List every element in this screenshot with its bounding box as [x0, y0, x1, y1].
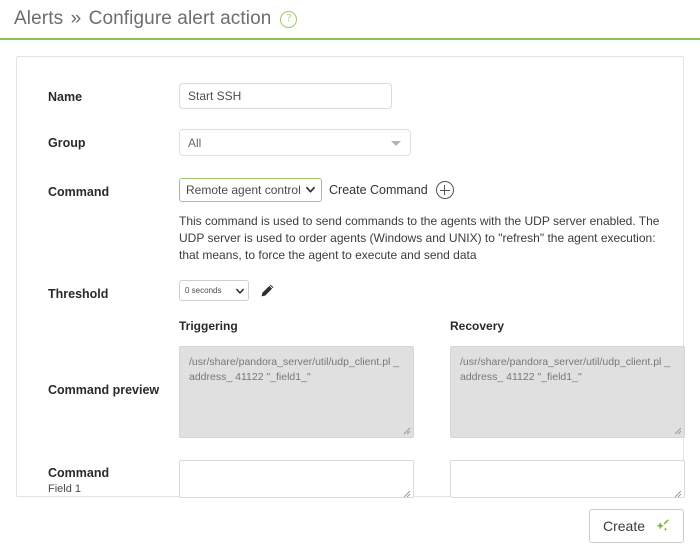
form-row-command-field-1: Command Field 1 [17, 460, 685, 503]
breadcrumb: Alerts » Configure alert action [14, 8, 271, 30]
form-row-threshold: Threshold 0 seconds [17, 280, 683, 301]
command-field-triggering-input[interactable] [179, 460, 414, 498]
command-select[interactable]: Remote agent control [179, 178, 322, 202]
command-field-wrap: Remote agent control Create Command This… [179, 178, 669, 264]
command-select-row: Remote agent control Create Command [179, 178, 669, 202]
threshold-field-wrap: 0 seconds [179, 280, 669, 301]
recovery-title: Recovery [450, 319, 505, 333]
breadcrumb-root[interactable]: Alerts [14, 8, 63, 29]
command-field-triggering-wrap [179, 460, 414, 503]
command-field-wrap-1 [179, 460, 685, 503]
group-label: Group [48, 136, 86, 150]
command-field-label-main: Command [48, 466, 110, 480]
breadcrumb-current: Configure alert action [88, 8, 272, 29]
chevron-down-icon [306, 186, 315, 193]
group-field-wrap: All [179, 129, 669, 156]
threshold-controls: 0 seconds [179, 280, 669, 301]
command-label: Command [48, 185, 110, 199]
threshold-select-value: 0 seconds [185, 286, 222, 295]
form-row-name: Name [17, 83, 683, 109]
threshold-label: Threshold [48, 287, 109, 301]
command-preview-label: Command preview [48, 383, 160, 397]
create-command-label[interactable]: Create Command [329, 183, 428, 197]
form-row-command: Command Remote agent control Create Comm… [17, 178, 683, 264]
command-preview-wrap: Triggering /usr/share/pandora_server/uti… [179, 319, 685, 438]
form-footer: Create [16, 509, 684, 543]
recovery-preview-box: /usr/share/pandora_server/util/udp_clien… [450, 346, 685, 438]
chevron-down-icon [236, 288, 244, 294]
command-description: This command is used to send commands to… [179, 214, 660, 262]
command-field-areas [179, 460, 685, 503]
resize-handle-icon[interactable] [672, 425, 682, 435]
form-row-group: Group All [17, 129, 683, 156]
chevron-down-icon [391, 140, 401, 146]
command-preview-columns: Triggering /usr/share/pandora_server/uti… [179, 319, 685, 438]
pencil-edit-icon[interactable] [259, 283, 275, 299]
page-header: Alerts » Configure alert action ? [0, 0, 700, 40]
command-preview-triggering-col: Triggering /usr/share/pandora_server/uti… [179, 319, 414, 438]
name-label: Name [48, 90, 83, 104]
resize-handle-icon[interactable] [401, 425, 411, 435]
create-button[interactable]: Create [588, 509, 684, 543]
command-field-label: Command Field 1 [31, 460, 179, 495]
group-select[interactable]: All [179, 129, 411, 156]
create-button-label: Create [602, 518, 645, 534]
command-select-value: Remote agent control [186, 183, 301, 197]
triggering-title: Triggering [179, 319, 238, 333]
name-input[interactable] [179, 83, 392, 109]
command-field-recovery-input[interactable] [450, 460, 685, 498]
help-icon[interactable]: ? [280, 10, 298, 28]
group-select-value: All [188, 135, 202, 150]
name-field-wrap [179, 83, 669, 109]
alert-action-form: Name Group All Command Remote agent cont… [17, 57, 685, 503]
triggering-preview-box: /usr/share/pandora_server/util/udp_clien… [179, 346, 414, 438]
recovery-preview-text: /usr/share/pandora_server/util/udp_clien… [460, 356, 671, 383]
alert-action-form-card: Name Group All Command Remote agent cont… [16, 56, 685, 498]
command-preview-recovery-col: Recovery /usr/share/pandora_server/util/… [450, 319, 685, 438]
form-row-command-preview: Command preview Triggering /usr/share/pa… [17, 319, 685, 438]
triggering-preview-text: /usr/share/pandora_server/util/udp_clien… [189, 356, 400, 383]
command-field-recovery-wrap [450, 460, 685, 503]
wand-icon [656, 519, 669, 531]
command-field-label-sub: Field 1 [48, 483, 82, 495]
plus-circle-icon[interactable] [435, 181, 454, 199]
threshold-select[interactable]: 0 seconds [179, 280, 249, 301]
breadcrumb-separator: » [70, 8, 82, 29]
